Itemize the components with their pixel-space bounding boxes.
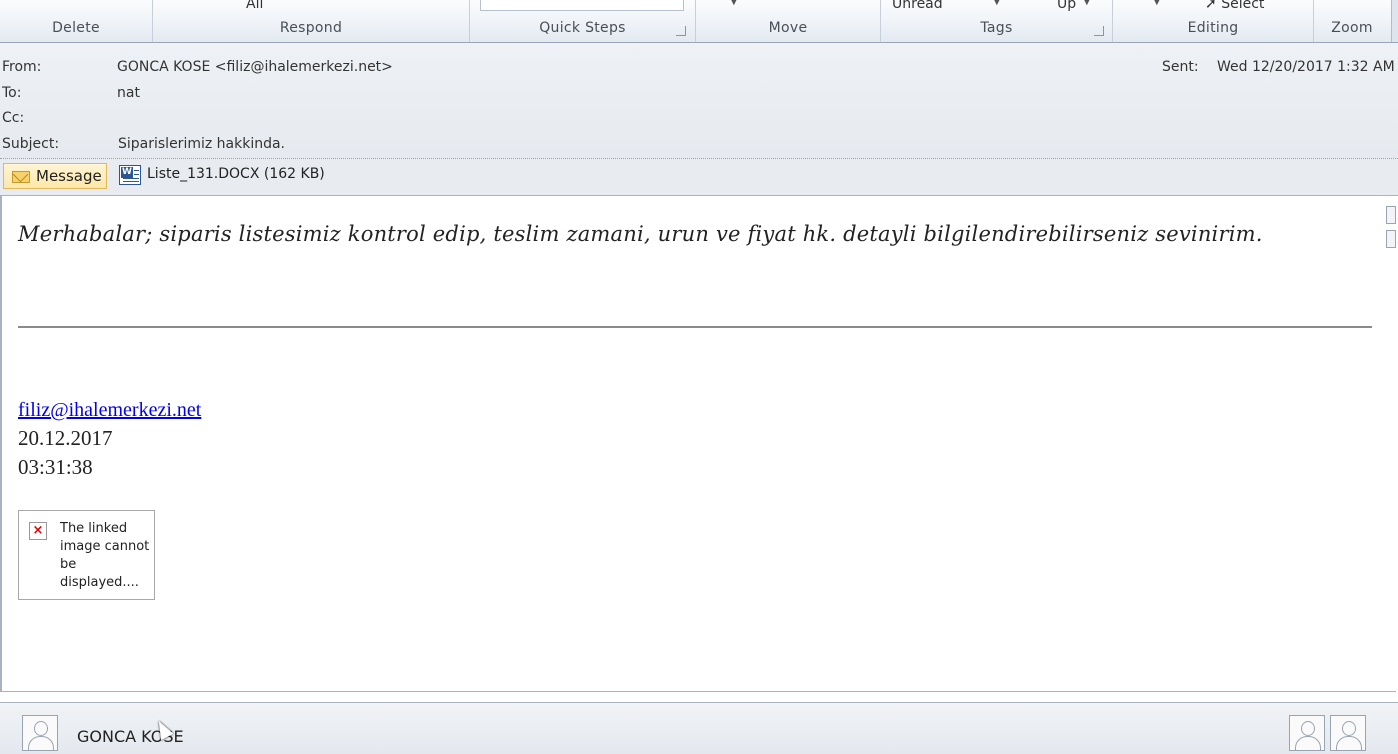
ribbon-group-label-tags: Tags	[980, 20, 1013, 36]
message-header: From: GONCA KOSE <filiz@ihalemerkezi.net…	[0, 43, 1398, 160]
broken-image-text: The linked image cannot be displayed....	[60, 521, 150, 590]
envelope-icon	[12, 171, 30, 183]
ribbon-group-quick-steps: Quick Steps	[470, 0, 696, 42]
ribbon-scroll-edge[interactable]	[1391, 0, 1398, 42]
sender-email-link[interactable]: filiz@ihalemerkezi.net	[18, 399, 201, 422]
ribbon: Delete All Respond Quick Steps ▼ Move Un…	[0, 0, 1398, 43]
tags-launcher-icon[interactable]	[1094, 26, 1104, 36]
ribbon-group-tags: Unread ▼ Up ▼ Tags	[881, 0, 1113, 42]
follow-up-button[interactable]: Up	[1057, 0, 1076, 12]
quick-steps-launcher-icon[interactable]	[676, 26, 686, 36]
select-button-label: Select	[1221, 0, 1265, 12]
ribbon-group-label-editing: Editing	[1187, 20, 1239, 36]
select-button[interactable]: ➚ Select	[1205, 0, 1264, 12]
ribbon-group-label-delete: Delete	[52, 20, 100, 36]
ribbon-group-move: ▼ Move	[696, 0, 881, 42]
message-greeting: Merhabalar; siparis listesimiz kontrol e…	[18, 222, 1263, 246]
ribbon-group-label-respond: Respond	[279, 20, 343, 36]
subject-value: Siparislerimiz hakkinda.	[118, 136, 286, 152]
message-body[interactable]: Merhabalar; siparis listesimiz kontrol e…	[0, 196, 1396, 692]
ribbon-group-label-zoom: Zoom	[1331, 20, 1373, 36]
reply-all-button[interactable]: All	[246, 0, 263, 12]
ribbon-group-respond: All Respond	[153, 0, 470, 42]
signature-time: 03:31:38	[18, 455, 93, 479]
unread-button[interactable]: Unread	[892, 0, 943, 12]
unread-dropdown-icon[interactable]: ▼	[993, 0, 1001, 7]
contact-avatar-1[interactable]	[1289, 715, 1325, 751]
scroll-controls	[1386, 196, 1396, 256]
ribbon-group-label-quick-steps: Quick Steps	[539, 20, 626, 36]
tab-message[interactable]: Message	[3, 163, 107, 189]
sender-avatar[interactable]	[22, 715, 58, 751]
subject-label: Subject:	[2, 136, 60, 152]
sent-value: Wed 12/20/2017 1:32 AM	[1217, 59, 1395, 75]
sent-label: Sent:	[1162, 59, 1199, 75]
from-value[interactable]: GONCA KOSE <filiz@ihalemerkezi.net>	[117, 59, 393, 75]
follow-up-dropdown-icon[interactable]: ▼	[1083, 0, 1091, 7]
people-pane: GONCA KOSE	[0, 702, 1398, 754]
move-dropdown-icon[interactable]: ▼	[730, 0, 738, 7]
ribbon-group-zoom: Zoom	[1314, 0, 1390, 42]
signature-date: 20.12.2017	[18, 426, 113, 450]
ribbon-group-delete: Delete	[0, 0, 153, 42]
scroll-button-up[interactable]	[1386, 230, 1396, 248]
horizontal-rule	[18, 326, 1372, 328]
contact-avatar-2[interactable]	[1330, 715, 1366, 751]
scroll-button-top[interactable]	[1386, 206, 1396, 224]
find-dropdown-icon[interactable]: ▼	[1153, 0, 1161, 7]
from-label: From:	[2, 59, 42, 75]
cc-label: Cc:	[2, 110, 25, 126]
broken-image-icon: ×	[29, 522, 47, 540]
attachment-label: Liste_131.DOCX (162 KB)	[147, 166, 325, 182]
word-document-icon: W	[119, 165, 141, 185]
cursor-select-icon: ➚	[1205, 0, 1217, 12]
quick-steps-gallery[interactable]	[480, 0, 684, 11]
ribbon-group-editing: ▼ ➚ Select Editing	[1113, 0, 1314, 42]
ribbon-group-label-move: Move	[768, 20, 808, 36]
to-value[interactable]: nat	[117, 85, 140, 101]
attachment-bar: Message W Liste_131.DOCX (162 KB)	[0, 158, 1398, 196]
to-label: To:	[2, 85, 22, 101]
tab-message-label: Message	[36, 167, 102, 185]
broken-linked-image[interactable]: × The linked image cannot be displayed..…	[18, 510, 155, 600]
